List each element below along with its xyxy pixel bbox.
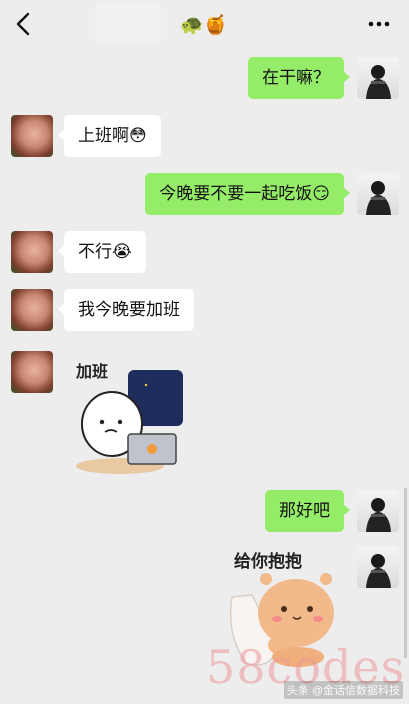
self-avatar-figure-icon	[366, 554, 391, 588]
source-credit: 头条 @金话信数据科技	[283, 681, 403, 699]
sticker-caption: 加班	[76, 362, 109, 381]
message-bubble[interactable]: 不行😭	[58, 231, 146, 273]
avatar-friend[interactable]	[11, 289, 53, 331]
self-avatar-figure-icon	[366, 181, 391, 215]
crying-face-icon: 😭	[112, 242, 132, 262]
avatar-self[interactable]	[357, 173, 399, 215]
self-avatar-figure-icon	[366, 65, 391, 99]
message-bubble[interactable]: 今晚要不要一起吃饭😏	[145, 173, 350, 215]
avatar-friend[interactable]	[11, 231, 53, 273]
avatar-self[interactable]	[357, 546, 399, 588]
avatar-self[interactable]	[357, 490, 399, 532]
flushed-face-icon: 😳	[129, 126, 147, 146]
avatar-friend[interactable]	[11, 351, 53, 393]
sticker-caption: 给你抱抱	[234, 552, 302, 572]
scrollbar[interactable]	[404, 488, 407, 658]
smirk-face-icon: 😏	[312, 184, 330, 204]
chevron-left-icon[interactable]	[10, 10, 38, 38]
chat-title-emoji: 🐢🍯	[180, 14, 228, 36]
self-avatar-figure-icon	[366, 498, 391, 532]
message-bubble[interactable]: 那好吧	[265, 490, 350, 532]
message-bubble[interactable]: 上班啊😳	[58, 115, 161, 157]
avatar-friend[interactable]	[11, 115, 53, 157]
sticker-overtime[interactable]: 加班	[72, 352, 190, 478]
contact-name-blurred	[95, 2, 161, 44]
chat-header: 🐢🍯	[0, 0, 409, 48]
message-bubble[interactable]: 在干嘛？	[248, 57, 350, 99]
avatar-self[interactable]	[357, 57, 399, 99]
message-bubble[interactable]: 我今晚要加班	[58, 289, 194, 331]
more-dots-icon[interactable]	[367, 14, 391, 34]
